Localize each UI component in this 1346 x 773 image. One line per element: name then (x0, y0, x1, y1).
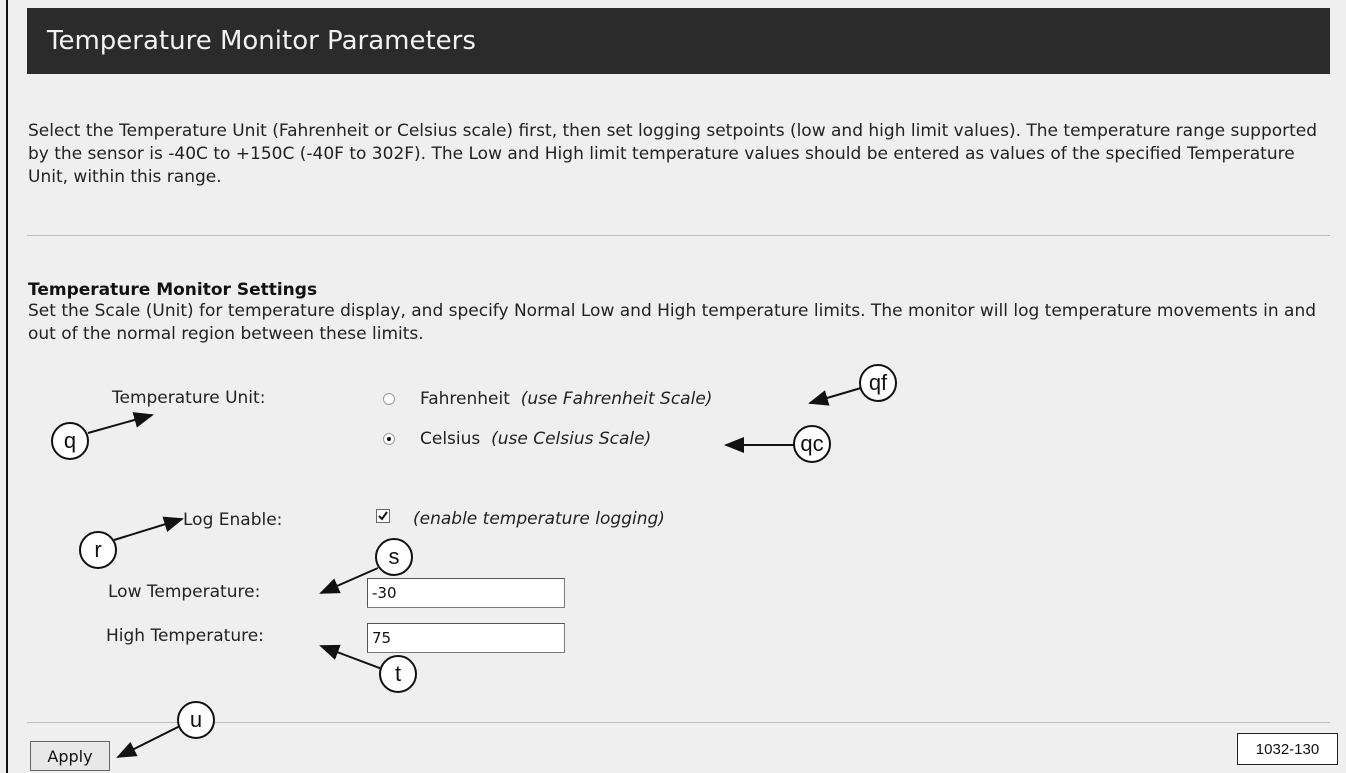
callout-u: u (177, 701, 215, 739)
callout-qc: qc (793, 425, 831, 463)
callout-arrow-q (87, 412, 154, 434)
callout-arrows (87, 387, 862, 758)
callout-arrow-t (319, 644, 383, 670)
callout-q: q (51, 422, 89, 460)
callout-arrow-s (319, 567, 379, 594)
callout-r: r (79, 531, 117, 569)
callout-qf: qf (859, 364, 897, 402)
callout-arrow-u (116, 725, 181, 758)
callout-s: s (375, 538, 413, 576)
callout-arrow-r (113, 516, 184, 541)
callout-arrow-qf (808, 387, 862, 406)
callout-t: t (379, 655, 417, 693)
